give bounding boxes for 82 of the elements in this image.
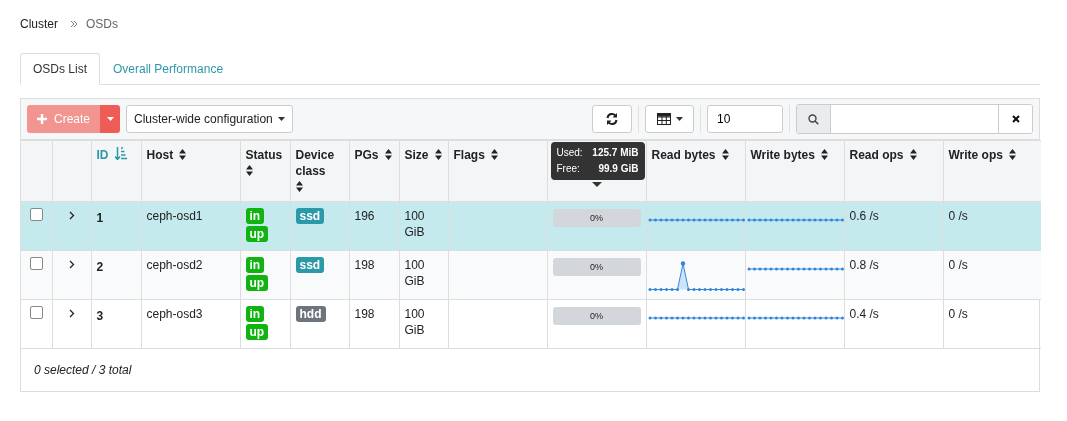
- table-cell: 100 GiB: [404, 209, 425, 239]
- column-header[interactable]: Read ops: [849, 147, 904, 163]
- sort-icon[interactable]: [179, 149, 187, 160]
- chevrons-icon: [70, 20, 78, 28]
- row-checkbox[interactable]: [30, 257, 43, 270]
- caret-icon: [277, 117, 285, 121]
- expand-chevron-icon[interactable]: [68, 309, 75, 318]
- expand-chevron-icon[interactable]: [68, 211, 75, 220]
- dropdown-caret-button[interactable]: [100, 105, 121, 133]
- sort-icon[interactable]: [721, 149, 729, 160]
- clear-button[interactable]: [998, 105, 1032, 133]
- table-cell: 100 GiB: [404, 258, 425, 288]
- status-badge: up: [245, 324, 269, 340]
- column-header[interactable]: Size: [404, 147, 429, 163]
- row-checkbox[interactable]: [30, 306, 43, 319]
- tooltip-value: 125.7 MiB: [592, 146, 639, 160]
- sort-icon[interactable]: [434, 149, 442, 160]
- close-icon: [1011, 115, 1020, 123]
- page-size-input[interactable]: 10: [707, 105, 783, 133]
- column-header[interactable]: Read bytes: [651, 147, 716, 163]
- config-dropdown[interactable]: Cluster-wide configuration: [126, 105, 293, 133]
- breadcrumb-link[interactable]: Cluster: [20, 17, 58, 31]
- table-cell: 198: [354, 258, 375, 272]
- sort-icon[interactable]: [490, 149, 498, 160]
- caret-icon: [106, 117, 114, 121]
- tooltip-value: 99.9 GiB: [598, 162, 639, 176]
- table-cell: 3: [96, 308, 104, 324]
- usage-bar: 0%: [552, 307, 641, 325]
- table-cell: ceph-osd2: [146, 258, 203, 272]
- usage-bar: 0%: [552, 209, 641, 227]
- table-cell: 0.4 /s: [849, 307, 879, 321]
- selection-summary: 0 selected / 3 total: [34, 363, 132, 377]
- device-class-badge: ssd: [295, 257, 325, 273]
- sort-icon[interactable]: [1008, 149, 1016, 160]
- status-badge: in: [245, 208, 265, 224]
- plus-icon: [37, 114, 47, 124]
- table-cell: 0.6 /s: [849, 209, 879, 223]
- tooltip-pointer-icon: [591, 182, 602, 187]
- search-icon: [797, 105, 831, 133]
- status-badge: in: [245, 306, 265, 322]
- table-cell: ceph-osd3: [146, 307, 203, 321]
- column-header[interactable]: Write bytes: [750, 147, 815, 163]
- columns-button[interactable]: [645, 105, 694, 133]
- table-cell: 0 /s: [948, 209, 968, 223]
- table-icon: [656, 113, 671, 125]
- sort-icon[interactable]: [909, 149, 917, 160]
- tab[interactable]: Overall Performance: [100, 53, 237, 85]
- sort-icon[interactable]: [295, 181, 303, 192]
- refresh-button[interactable]: [592, 105, 632, 133]
- tooltip-label: Used:: [556, 146, 583, 160]
- sort-icon[interactable]: [245, 165, 253, 176]
- table-cell: 0.8 /s: [849, 258, 879, 272]
- status-badge: in: [245, 257, 265, 273]
- table-cell: 196: [354, 209, 375, 223]
- breadcrumb-current: OSDs: [86, 17, 119, 31]
- column-header[interactable]: Host: [146, 147, 174, 163]
- row-checkbox[interactable]: [30, 208, 43, 221]
- device-class-badge: ssd: [295, 208, 325, 224]
- usage-bar: 0%: [552, 258, 641, 276]
- table-cell: ceph-osd1: [146, 209, 203, 223]
- column-header[interactable]: Flags: [453, 147, 485, 163]
- sort-ascending-icon[interactable]: [114, 147, 127, 160]
- expand-chevron-icon[interactable]: [68, 260, 75, 269]
- tooltip-label: Free:: [556, 162, 580, 176]
- table-cell: 2: [96, 259, 104, 275]
- table-cell: 0 /s: [948, 258, 968, 272]
- status-badge: up: [245, 275, 269, 291]
- table-cell: 198: [354, 307, 375, 321]
- column-header[interactable]: Status: [245, 147, 283, 163]
- device-class-badge: hdd: [295, 306, 326, 322]
- table-cell: 1: [96, 210, 104, 226]
- status-badge: up: [245, 226, 269, 242]
- column-header[interactable]: PGs: [354, 147, 379, 163]
- table-cell: 0 /s: [948, 307, 968, 321]
- table-cell: 100 GiB: [404, 307, 425, 337]
- caret-icon: [675, 117, 683, 121]
- tab[interactable]: OSDs List: [20, 53, 100, 85]
- column-header[interactable]: Write ops: [948, 147, 1003, 163]
- sort-icon[interactable]: [384, 149, 392, 160]
- search-field[interactable]: [796, 104, 1033, 134]
- refresh-icon: [605, 112, 619, 126]
- sort-icon[interactable]: [820, 149, 828, 160]
